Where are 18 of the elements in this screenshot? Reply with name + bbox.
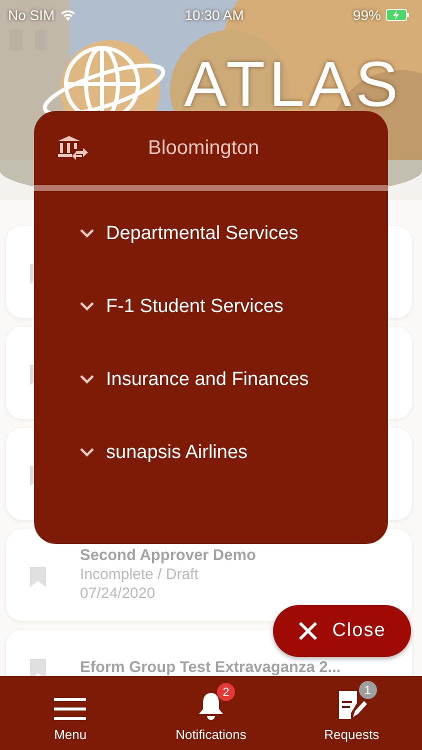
close-button[interactable]: Close [273, 605, 411, 657]
logo-text: ATLAS [184, 52, 402, 116]
service-group-item[interactable]: sunapsis Airlines [80, 436, 388, 469]
count-badge: 2 [216, 683, 235, 701]
service-group-item[interactable]: F-1 Student Services [80, 290, 388, 323]
request-title: Second Approver Demo [80, 547, 256, 564]
service-group-item[interactable]: Departmental Services [80, 217, 388, 250]
tab-bar-item[interactable]: 2 Notifications [150, 676, 271, 750]
request-status: Incomplete / Draft [80, 566, 200, 583]
request-date: 07/24/2020 [80, 585, 156, 602]
service-group-item[interactable]: Insurance and Finances [80, 363, 388, 396]
count-badge: 1 [358, 681, 377, 699]
tab-bar-item[interactable]: 1 Requests [292, 676, 412, 750]
campus-name: Bloomington [148, 136, 260, 160]
battery-percent: 99% [352, 7, 381, 23]
carrier-text: No SIM [8, 7, 55, 23]
request-title: Eform Group Test Extravaganza 2... [80, 659, 341, 676]
tab-bar-item[interactable]: Menu [10, 676, 130, 750]
